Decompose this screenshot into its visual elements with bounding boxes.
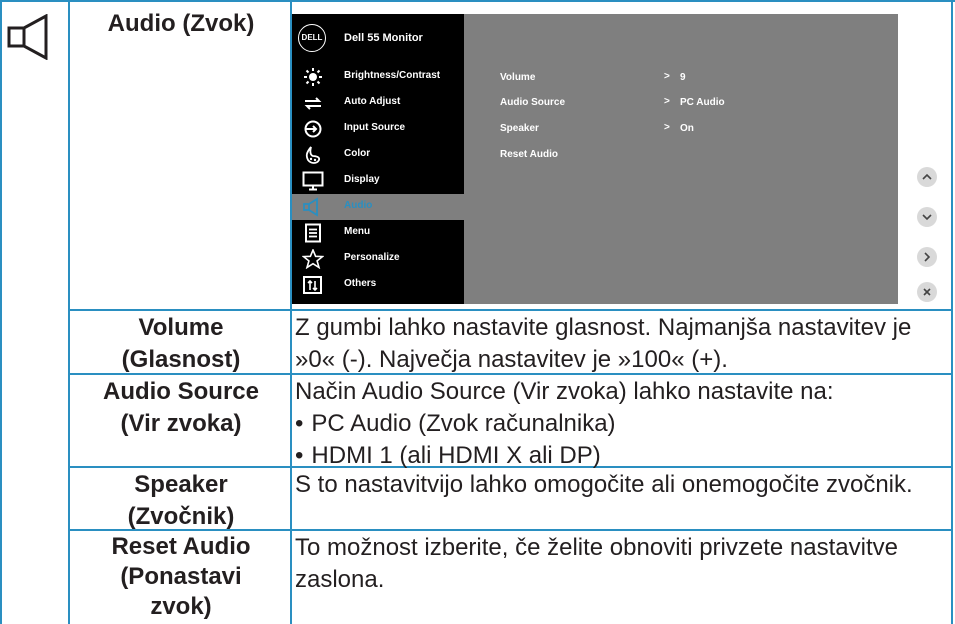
speaker-icon <box>303 197 318 217</box>
row-divider <box>68 309 953 311</box>
label-line: Volume <box>138 314 224 341</box>
row-label-audio-source: Audio Source (Vir zvoka) <box>72 376 290 440</box>
chevron-down-icon <box>922 214 932 221</box>
osd-setting-speaker[interactable]: Speaker > On <box>500 122 694 134</box>
osd-menu-label: Menu <box>344 226 371 237</box>
osd-setting-value: 9 <box>680 72 686 83</box>
osd-menu-item-input-source[interactable]: Input Source <box>292 116 464 142</box>
osd-setting-value: PC Audio <box>680 97 725 108</box>
chevron-up-icon <box>922 173 932 180</box>
osd-menu-item-personalize[interactable]: Personalize <box>292 246 464 272</box>
chevron-right-icon: > <box>664 71 670 82</box>
bullet-text: HDMI 1 (ali HDMI X ali DP) <box>311 442 601 469</box>
osd-menu-label: Audio <box>344 200 373 211</box>
row-desc-reset-audio: To možnost izberite, če želite obnoviti … <box>295 532 950 596</box>
desc-line: To možnost izberite, če želite obnoviti … <box>295 534 898 561</box>
row-desc-audio-source: Način Audio Source (Vir zvoka) lahko nas… <box>295 376 950 472</box>
label-line: Reset Audio <box>111 533 251 560</box>
osd-setting-label: Audio Source <box>500 97 566 108</box>
color-icon <box>305 146 321 164</box>
up-button[interactable] <box>917 167 937 187</box>
others-icon <box>303 276 322 294</box>
label-line: (Ponastavi <box>120 563 242 590</box>
auto-adjust-icon <box>304 97 322 110</box>
chevron-right-icon: > <box>664 122 670 133</box>
label-line: zvok) <box>150 593 212 620</box>
osd-setting-value: On <box>680 123 694 134</box>
section-title: Audio (Zvok) <box>107 10 255 37</box>
close-icon <box>923 288 931 296</box>
display-icon <box>302 171 324 191</box>
menu-icon <box>305 223 321 243</box>
osd-screenshot: DELL Dell 55 Monitor Brightness/Contrast… <box>292 14 937 304</box>
star-icon <box>302 249 324 269</box>
label-line: Speaker <box>134 471 228 498</box>
osd-menu-label: Color <box>344 148 371 159</box>
bullet-item: HDMI 1 (ali HDMI X ali DP) <box>295 440 950 472</box>
osd-menu-item-display[interactable]: Display <box>292 168 464 194</box>
osd-title: Dell 55 Monitor <box>344 32 423 44</box>
exit-button[interactable] <box>917 282 937 302</box>
bullet-item: PC Audio (Zvok računalnika) <box>295 408 950 440</box>
brightness-icon <box>304 68 322 86</box>
osd-menu-item-auto-adjust[interactable]: Auto Adjust <box>292 90 464 116</box>
table-border-left <box>0 0 2 624</box>
osd-menu-panel: DELL Dell 55 Monitor Brightness/Contrast… <box>292 14 464 304</box>
desc-line: Z gumbi lahko nastavite glasnost. Najman… <box>295 314 912 341</box>
osd-setting-reset-audio[interactable]: Reset Audio <box>500 149 558 160</box>
input-source-icon <box>304 120 322 138</box>
label-line: (Vir zvoka) <box>120 410 242 437</box>
desc-line: S to nastavitvijo lahko omogočite ali on… <box>295 471 913 498</box>
row-label-speaker: Speaker (Zvočnik) <box>72 469 290 533</box>
osd-setting-audio-source[interactable]: Audio Source > PC Audio <box>500 96 725 108</box>
osd-menu-item-brightness[interactable]: Brightness/Contrast <box>292 64 464 90</box>
enter-button[interactable] <box>917 247 937 267</box>
osd-menu-label: Brightness/Contrast <box>344 70 441 81</box>
row-label-reset-audio: Reset Audio (Ponastavi zvok) <box>72 532 290 622</box>
row-desc-volume: Z gumbi lahko nastavite glasnost. Najman… <box>295 312 950 376</box>
label-line: (Glasnost) <box>121 346 241 373</box>
label-line: Audio Source <box>102 378 259 405</box>
row-label-volume: Volume (Glasnost) <box>72 312 290 376</box>
osd-menu-item-color[interactable]: Color <box>292 142 464 168</box>
desc-line: Način Audio Source (Vir zvoka) lahko nas… <box>295 378 834 405</box>
osd-menu-item-menu[interactable]: Menu <box>292 220 464 246</box>
bullet-text: PC Audio (Zvok računalnika) <box>311 410 616 437</box>
osd-menu-item-audio[interactable]: Audio <box>292 194 464 220</box>
osd-menu-label: Personalize <box>344 252 400 263</box>
down-button[interactable] <box>917 207 937 227</box>
osd-setting-label: Reset Audio <box>500 149 558 160</box>
osd-menu-label: Input Source <box>344 122 406 133</box>
chevron-right-icon <box>924 252 931 262</box>
desc-line: »0« (-). Največja nastavitev je »100« (+… <box>295 346 728 373</box>
desc-line: zaslona. <box>295 566 385 593</box>
osd-menu-label: Auto Adjust <box>344 96 401 107</box>
osd-setting-label: Volume <box>500 72 536 83</box>
osd-menu-label: Others <box>344 278 377 289</box>
osd-menu-item-others[interactable]: Others <box>292 272 464 298</box>
row-desc-speaker: S to nastavitvijo lahko omogočite ali on… <box>295 469 950 501</box>
osd-setting-label: Speaker <box>500 123 539 134</box>
osd-menu-label: Display <box>344 174 380 185</box>
speaker-icon <box>7 14 48 60</box>
osd-setting-volume[interactable]: Volume > 9 <box>500 71 686 83</box>
label-line: (Zvočnik) <box>127 503 235 530</box>
table-border-top <box>0 0 955 2</box>
chevron-right-icon: > <box>664 96 670 107</box>
dell-logo: DELL <box>298 24 326 52</box>
